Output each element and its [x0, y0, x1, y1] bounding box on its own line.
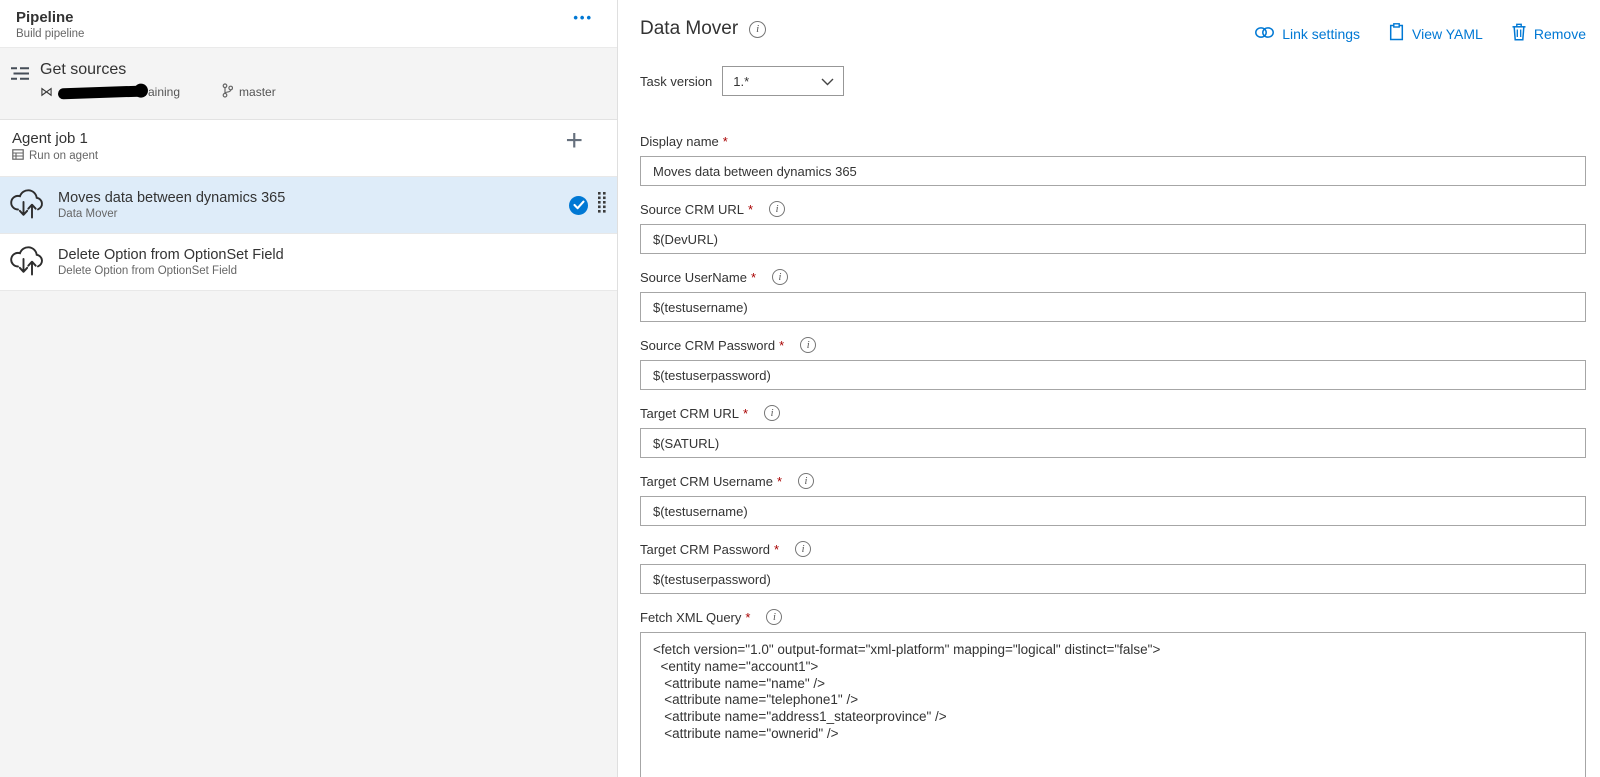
display-name-input[interactable] — [640, 156, 1586, 186]
task-item-subtitle: Data Mover — [58, 208, 118, 220]
pipeline-header: Pipeline Build pipeline ••• — [0, 0, 617, 48]
agent-job-row[interactable]: Agent job 1 Run on agent + — [0, 120, 617, 176]
link-settings-label: Link settings — [1282, 25, 1361, 42]
task-settings-panel: Data Mover i Link settings View YAML Remov… — [618, 0, 1600, 777]
required-marker: * — [742, 405, 749, 421]
field-target-crm-username: Target CRM Username * i — [640, 473, 1586, 526]
task-item-moves-data-between-dynamics-365[interactable]: Moves data between dynamics 365 Data Move… — [0, 177, 617, 234]
trash-icon — [1511, 23, 1527, 44]
target-crm-password-label: Target CRM Password — [640, 541, 771, 557]
add-task-button[interactable]: + — [565, 126, 583, 156]
cloud-transfer-icon — [8, 185, 48, 226]
field-source-crm-password: Source CRM Password * i — [640, 337, 1586, 390]
field-source-username: Source UserName * i — [640, 269, 1586, 322]
task-version-label: Task version — [640, 73, 713, 89]
task-settings-header: Data Mover i Link settings View YAML Remov… — [640, 0, 1586, 44]
source-username-input[interactable] — [640, 292, 1586, 322]
required-marker: * — [776, 473, 782, 489]
field-display-name: Display name * — [640, 134, 1586, 186]
task-form: Display name*Source CRM URL*iSource User… — [640, 134, 1586, 777]
field-fetch-xml-query: Fetch XML Query * i — [640, 609, 1586, 777]
fetch-xml-query-input[interactable] — [640, 632, 1586, 777]
target-crm-url-label: Target CRM URL — [640, 405, 739, 421]
info-icon[interactable]: i — [766, 609, 783, 625]
source-username-label: Source UserName — [640, 269, 747, 285]
field-target-crm-password: Target CRM Password * i — [640, 541, 1586, 594]
view-yaml-button[interactable]: View YAML — [1388, 23, 1483, 44]
field-source-crm-url: Source CRM URL * i — [640, 201, 1586, 254]
required-marker: * — [779, 337, 785, 353]
field-target-crm-url: Target CRM URL * i — [640, 405, 1586, 458]
info-icon[interactable]: i — [769, 201, 786, 217]
get-sources-row[interactable]: Get sources ⋈ raining master — [0, 48, 617, 120]
chevron-down-icon — [821, 74, 834, 89]
info-icon[interactable]: i — [772, 269, 788, 285]
branch-name: master — [239, 85, 276, 99]
target-crm-url-input[interactable] — [640, 428, 1586, 458]
link-icon — [1254, 26, 1275, 42]
task-item-subtitle: Delete Option from OptionSet Field — [58, 265, 237, 277]
get-sources-meta: ⋈ raining master — [40, 83, 276, 101]
source-crm-url-label: Source CRM URL — [640, 201, 745, 217]
pipeline-title: Pipeline — [16, 9, 74, 26]
selected-check-icon — [569, 195, 588, 215]
redacted-repo-name — [57, 85, 145, 99]
required-marker: * — [750, 269, 756, 285]
fetch-xml-query-label: Fetch XML Query — [640, 609, 742, 625]
target-crm-username-label: Target CRM Username — [640, 473, 773, 489]
agent-job-subtitle: Run on agent — [29, 150, 99, 162]
info-icon[interactable]: i — [800, 337, 817, 353]
drag-handle-icon[interactable] — [597, 191, 607, 219]
remove-button[interactable]: Remove — [1511, 23, 1586, 44]
task-version-select[interactable]: 1.* — [722, 66, 845, 96]
required-marker: * — [774, 541, 780, 557]
task-item-title: Moves data between dynamics 365 — [58, 190, 286, 206]
task-item-title: Delete Option from OptionSet Field — [58, 247, 284, 263]
branch-icon — [222, 83, 234, 101]
repo-name-suffix: raining — [144, 85, 181, 99]
target-crm-password-input[interactable] — [640, 564, 1586, 594]
target-crm-username-input[interactable] — [640, 496, 1586, 526]
info-icon[interactable]: i — [764, 405, 781, 421]
get-sources-title: Get sources — [40, 61, 127, 78]
more-actions-icon[interactable]: ••• — [573, 10, 593, 25]
remove-label: Remove — [1533, 25, 1586, 42]
cloud-transfer-icon — [8, 242, 48, 283]
azure-repos-icon: ⋈ — [40, 84, 53, 99]
view-yaml-label: View YAML — [1412, 25, 1483, 42]
required-marker: * — [748, 201, 754, 217]
link-settings-button[interactable]: Link settings — [1254, 23, 1360, 44]
task-title-text: Data Mover — [640, 18, 739, 39]
source-crm-password-input[interactable] — [640, 360, 1586, 390]
task-version-value: 1.* — [733, 73, 750, 89]
task-list: Moves data between dynamics 365 Data Move… — [0, 176, 617, 291]
info-icon[interactable]: i — [798, 473, 814, 489]
required-marker: * — [745, 609, 751, 625]
source-crm-password-label: Source CRM Password — [640, 337, 776, 353]
panel-empty-area — [0, 291, 617, 777]
task-title: Data Mover i — [640, 18, 767, 40]
agent-icon — [12, 149, 24, 163]
required-marker: * — [722, 134, 728, 149]
sources-list-icon — [10, 66, 30, 119]
agent-job-title: Agent job 1 — [12, 130, 88, 147]
clipboard-icon — [1388, 23, 1405, 44]
task-actions: Link settings View YAML Remove — [1254, 23, 1586, 44]
info-icon[interactable]: i — [749, 20, 767, 38]
task-version-row: Task version 1.* — [640, 66, 1586, 96]
task-item-delete-option-from-optionset-field[interactable]: Delete Option from OptionSet Field Delete… — [0, 234, 617, 291]
display-name-label: Display name — [640, 134, 719, 149]
source-crm-url-input[interactable] — [640, 224, 1586, 254]
pipeline-tasks-panel: Pipeline Build pipeline ••• Get sources … — [0, 0, 618, 777]
info-icon[interactable]: i — [795, 541, 812, 557]
pipeline-subtitle: Build pipeline — [16, 28, 85, 40]
